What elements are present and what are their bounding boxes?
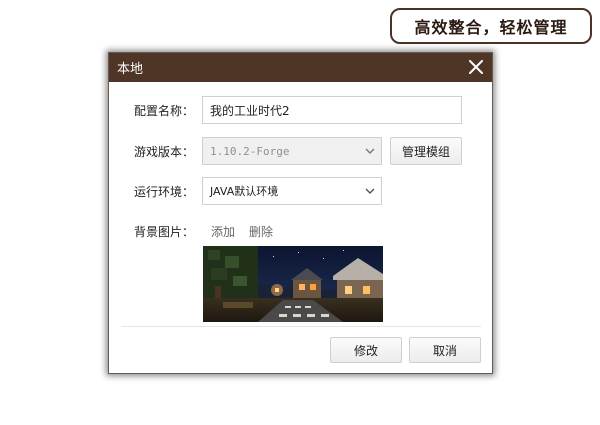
add-background-link[interactable]: 添加 [211,223,235,240]
background-row: 背景图片： 添加 删除 [109,223,287,240]
game-version-value: 1.10.2-Forge [210,144,290,158]
dialog-title: 本地 [117,62,144,77]
footer-divider [121,326,481,327]
game-version-row: 游戏版本： 1.10.2-Forge 管理模组 [109,137,462,165]
page: 高效整合，轻松管理 本地 配置名称： 我的工业时代2 游戏版本： 1.10.2-… [0,0,600,425]
runtime-env-row: 运行环境： JAVA默认环境 [109,177,382,205]
modify-button[interactable]: 修改 [330,337,402,363]
game-version-label: 游戏版本： [133,144,194,159]
config-name-input[interactable]: 我的工业时代2 [202,96,462,124]
config-name-label: 配置名称： [133,103,194,118]
background-preview-image [203,246,383,322]
runtime-env-select[interactable]: JAVA默认环境 [202,177,382,205]
background-label: 背景图片： [133,225,194,239]
promo-badge: 高效整合，轻松管理 [390,8,592,44]
dialog-titlebar: 本地 [109,53,492,82]
promo-text: 高效整合，轻松管理 [414,18,568,37]
close-button[interactable] [466,57,486,77]
chevron-down-icon [365,188,375,194]
cancel-button[interactable]: 取消 [409,337,481,363]
config-name-row: 配置名称： 我的工业时代2 [109,96,462,124]
delete-background-link[interactable]: 删除 [249,223,273,240]
runtime-env-label: 运行环境： [133,184,194,199]
chevron-down-icon [365,148,375,154]
game-version-select[interactable]: 1.10.2-Forge [202,137,382,165]
manage-mods-button[interactable]: 管理模组 [390,137,462,165]
close-icon [469,60,483,74]
local-config-dialog: 本地 配置名称： 我的工业时代2 游戏版本： 1.10.2-Forge 管理模组 [108,52,493,374]
runtime-env-value: JAVA默认环境 [210,185,279,198]
